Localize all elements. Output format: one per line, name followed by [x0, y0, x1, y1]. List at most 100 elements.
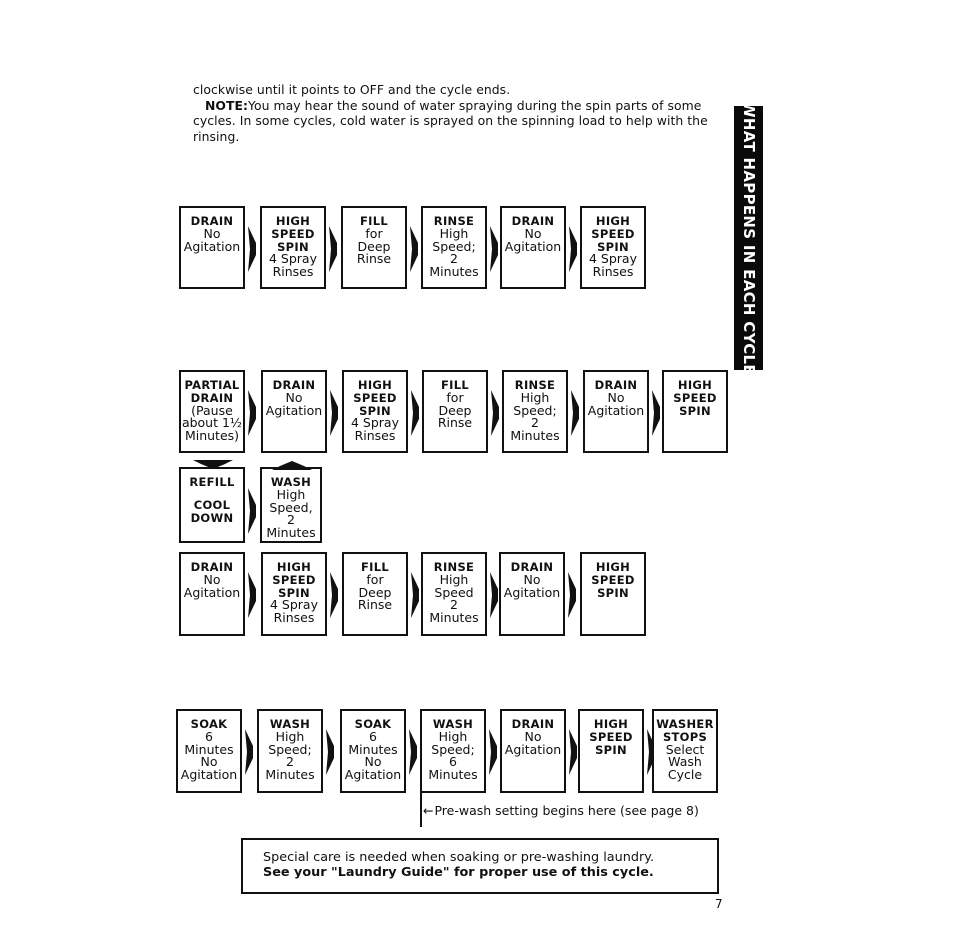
cycle-step-partial-drain: PARTIAL DRAIN (Pause about 1½ Minutes) — [179, 370, 245, 453]
flow-arrow-icon — [410, 390, 420, 436]
step-detail: Minutes — [510, 428, 560, 444]
flow-arrow-icon — [247, 226, 257, 272]
step-detail: Rinses — [354, 428, 396, 444]
down-arrow-icon — [193, 455, 233, 474]
cycle-step-high-speed-spin: HIGH SPEED SPIN 4 Spray Rinses — [342, 370, 408, 453]
step-detail: Minutes — [429, 610, 479, 626]
cycle-step-drain: DRAIN No Agitation — [500, 709, 566, 793]
flow-arrow-icon — [568, 729, 578, 775]
step-title: SPEED — [271, 226, 315, 241]
flow-arrow-icon — [567, 572, 577, 618]
cycle-step-wash: WASH High Speed; 2 Minutes — [257, 709, 323, 793]
step-title: HIGH — [357, 378, 393, 392]
prewash-note-text: Pre-wash setting begins here (see page 8… — [434, 803, 699, 818]
step-detail: COOL DOWN — [190, 497, 234, 525]
cycle-step-high-speed-spin: HIGH SPEED SPIN — [662, 370, 728, 453]
flow-arrow-icon — [325, 729, 335, 775]
step-detail: Minutes — [266, 525, 316, 541]
step-detail: Rinses — [592, 264, 634, 280]
cycle-step-soak: SOAK 6 Minutes No Agitation — [176, 709, 242, 793]
step-detail: Minutes — [428, 767, 478, 783]
step-title: SPEED — [272, 572, 316, 587]
cycle-step-high-speed-spin: HIGH SPEED SPIN — [578, 709, 644, 793]
step-detail: Agitation — [344, 767, 402, 783]
step-detail: Rinses — [273, 610, 315, 626]
step-detail: Minutes — [429, 264, 479, 280]
step-detail: Agitation — [183, 584, 241, 600]
step-title: SPIN — [679, 403, 711, 418]
flow-arrow-icon — [568, 226, 578, 272]
cycle-step-soak: SOAK 6 Minutes No Agitation — [340, 709, 406, 793]
step-title: SPEED — [591, 572, 635, 587]
flow-arrow-icon — [329, 572, 339, 618]
step-title: REFILL — [189, 475, 235, 489]
flow-arrow-icon — [488, 729, 498, 775]
step-detail: Agitation — [504, 238, 562, 254]
cycle-step-wash: WASH High Speed, 2 Minutes — [260, 467, 322, 543]
step-detail: Agitation — [180, 767, 238, 783]
left-arrow-icon: ← — [423, 803, 434, 818]
section-side-tab: WHAT HAPPENS IN EACH CYCLE — [734, 101, 763, 375]
flow-arrow-icon — [651, 390, 661, 436]
cycle-step-fill: FILL for Deep Rinse — [342, 552, 408, 636]
care-line-2: See your "Laundry Guide" for proper use … — [263, 865, 654, 880]
step-title: HIGH — [276, 560, 312, 574]
prewash-marker-line — [420, 793, 422, 827]
step-title: HIGH — [595, 560, 631, 574]
side-tab-label: WHAT HAPPENS IN EACH CYCLE — [739, 101, 758, 375]
flow-arrow-icon — [247, 572, 257, 618]
step-detail: Minutes — [265, 767, 315, 783]
flow-arrow-icon — [409, 226, 419, 272]
care-line-1: Special care is needed when soaking or p… — [263, 850, 655, 865]
flow-arrow-icon — [570, 390, 580, 436]
step-detail: Agitation — [504, 741, 562, 757]
cycle-step-rinse: RINSE High Speed; 2 Minutes — [502, 370, 568, 453]
cycle-step-drain: DRAIN No Agitation — [179, 206, 245, 289]
step-title: HIGH — [677, 378, 713, 392]
step-detail: Rinse — [356, 251, 392, 267]
cycle-step-fill: FILL for Deep Rinse — [341, 206, 407, 289]
step-title: SPEED — [353, 390, 397, 405]
flow-arrow-icon — [328, 226, 338, 272]
step-title: SPIN — [595, 742, 627, 757]
cycle-step-drain: DRAIN No Agitation — [583, 370, 649, 453]
cycle-step-drain: DRAIN No Agitation — [499, 552, 565, 636]
cycle-step-fill: FILL for Deep Rinse — [422, 370, 488, 453]
step-title: HIGH — [595, 214, 631, 228]
step-title: WASHER — [656, 717, 714, 731]
step-title: PARTIAL — [184, 378, 240, 392]
up-arrow-icon — [272, 455, 312, 474]
cycle-step-washer-stops: WASHER STOPS Select Wash Cycle — [652, 709, 718, 793]
flow-arrow-icon — [247, 390, 257, 436]
step-detail: Agitation — [587, 402, 645, 418]
intro-line: clockwise until it points to OFF and the… — [193, 82, 511, 97]
cycle-step-wash: WASH High Speed; 6 Minutes — [420, 709, 486, 793]
step-detail: Agitation — [183, 238, 241, 254]
step-detail: Rinse — [357, 597, 393, 613]
flow-arrow-icon — [489, 572, 499, 618]
cycle-step-rinse: RINSE High Speed 2 Minutes — [421, 552, 487, 636]
flow-arrow-icon — [247, 488, 257, 534]
step-detail: Rinse — [437, 415, 473, 431]
flow-arrow-icon — [410, 572, 420, 618]
cycle-step-high-speed-spin: HIGH SPEED SPIN 4 Spray Rinses — [260, 206, 326, 289]
step-detail: Rinses — [272, 264, 314, 280]
step-title: HIGH — [275, 214, 311, 228]
flow-arrow-icon — [490, 390, 500, 436]
cycle-step-refill: REFILL COOL DOWN — [179, 467, 245, 543]
cycle-step-high-speed-spin: HIGH SPEED SPIN 4 Spray Rinses — [261, 552, 327, 636]
special-care-box: Special care is needed when soaking or p… — [241, 838, 719, 894]
note-label: NOTE: — [205, 97, 249, 113]
step-title: SPIN — [597, 585, 629, 600]
step-title: SPEED — [591, 226, 635, 241]
cycle-step-rinse: RINSE High Speed; 2 Minutes — [421, 206, 487, 289]
prewash-note: ←Pre-wash setting begins here (see page … — [423, 803, 699, 818]
cycle-step-high-speed-spin: HIGH SPEED SPIN — [580, 552, 646, 636]
step-title: SPEED — [673, 390, 717, 405]
flow-arrow-icon — [408, 729, 418, 775]
step-detail: Agitation — [265, 402, 323, 418]
intro-text: clockwise until it points to OFF and the… — [193, 82, 723, 144]
cycle-step-drain: DRAIN No Agitation — [500, 206, 566, 289]
cycle-step-drain: DRAIN No Agitation — [179, 552, 245, 636]
step-detail: Minutes) — [184, 428, 240, 444]
